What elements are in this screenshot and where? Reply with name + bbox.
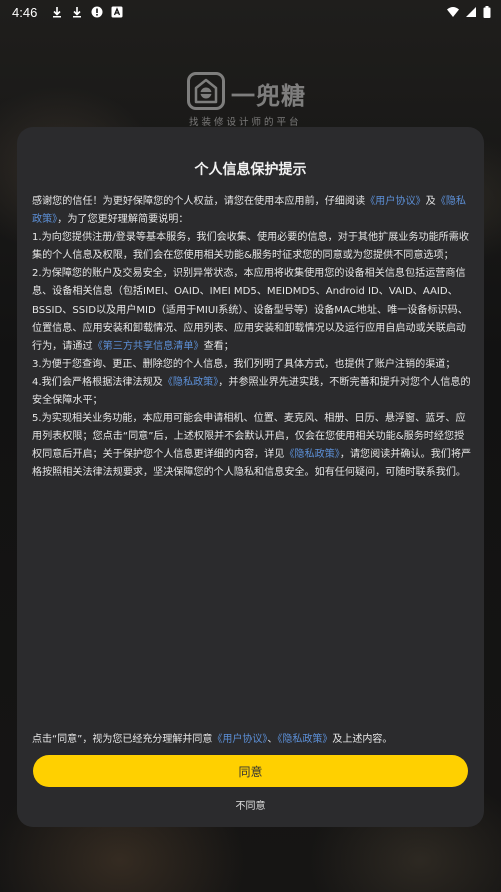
body-text: 及 bbox=[425, 196, 436, 207]
notification-a-icon bbox=[111, 6, 123, 18]
wifi-icon bbox=[447, 6, 459, 18]
body-text: 1.为向您提供注册/登录等基本服务，我们会收集、使用必要的信息，对于其他扩展业务… bbox=[32, 232, 469, 262]
policy-link[interactable]: 《隐私政策》 bbox=[284, 449, 340, 460]
alert-icon bbox=[91, 6, 103, 18]
dialog-paragraph: 1.为向您提供注册/登录等基本服务，我们会收集、使用必要的信息，对于其他扩展业务… bbox=[32, 229, 472, 265]
house-logo-icon bbox=[187, 72, 225, 110]
body-text: 查看； bbox=[203, 340, 234, 352]
battery-icon bbox=[483, 6, 491, 18]
body-text: 点击“同意”，视为您已经充分理解并同意 bbox=[32, 734, 213, 745]
body-text: 2.为保障您的账户及交易安全，识别异常状态，本应用将收集使用您的设备相关信息包括… bbox=[32, 268, 468, 352]
download-icon bbox=[51, 6, 63, 18]
policy-link[interactable]: 《用户协议》 bbox=[365, 196, 426, 207]
dialog-paragraph: 感谢您的信任！为更好保障您的个人权益，请您在使用本应用前，仔细阅读《用户协议》及… bbox=[32, 193, 472, 229]
dialog-paragraph: 2.为保障您的账户及交易安全，识别异常状态，本应用将收集使用您的设备相关信息包括… bbox=[32, 265, 472, 355]
brand-tagline: 找装修设计师的平台 bbox=[189, 117, 302, 128]
policy-link[interactable]: 《第三方共享信息清单》 bbox=[93, 341, 204, 352]
consent-text: 点击“同意”，视为您已经充分理解并同意《用户协议》、《隐私政策》及上述内容。 bbox=[32, 732, 472, 748]
signal-icon bbox=[465, 6, 477, 18]
download-icon bbox=[71, 6, 83, 18]
body-text: 4.我们会严格根据法律法规及 bbox=[32, 376, 163, 388]
disagree-button[interactable]: 不同意 bbox=[17, 797, 484, 812]
body-text: ，为了您更好理解简要说明： bbox=[57, 214, 189, 226]
dialog-paragraph: 5.为实现相关业务功能，本应用可能会申请相机、位置、麦克风、相册、日历、悬浮窗、… bbox=[32, 410, 472, 482]
body-text: 3.为便于您查询、更正、删除您的个人信息，我们列明了具体方式，也提供了账户注销的… bbox=[32, 358, 456, 370]
privacy-dialog: 个人信息保护提示 感谢您的信任！为更好保障您的个人权益，请您在使用本应用前，仔细… bbox=[17, 127, 484, 827]
body-text: 感谢您的信任！为更好保障您的个人权益，请您在使用本应用前，仔细阅读 bbox=[32, 196, 366, 207]
brand-name: 一兜糖 bbox=[231, 82, 306, 110]
dialog-body: 感谢您的信任！为更好保障您的个人权益，请您在使用本应用前，仔细阅读《用户协议》及… bbox=[32, 193, 472, 483]
brand-logo: 一兜糖 找装修设计师的平台 bbox=[187, 72, 327, 132]
status-time: 4:46 bbox=[12, 4, 38, 20]
dialog-title: 个人信息保护提示 bbox=[194, 162, 307, 178]
body-text: 及上述内容。 bbox=[332, 734, 393, 745]
dialog-paragraph: 3.为便于您查询、更正、删除您的个人信息，我们列明了具体方式，也提供了账户注销的… bbox=[32, 356, 472, 374]
policy-link[interactable]: 《隐私政策》 bbox=[163, 377, 219, 388]
agree-button[interactable]: 同意 bbox=[33, 755, 468, 787]
dialog-paragraph: 4.我们会严格根据法律法规及《隐私政策》，并参照业界先进实践，不断完善和提升对您… bbox=[32, 374, 472, 410]
status-bar: 4:46 bbox=[0, 0, 501, 24]
policy-link[interactable]: 《用户协议》 bbox=[212, 734, 267, 745]
policy-link[interactable]: 《隐私政策》 bbox=[277, 734, 332, 745]
body-text: 、 bbox=[267, 734, 278, 745]
